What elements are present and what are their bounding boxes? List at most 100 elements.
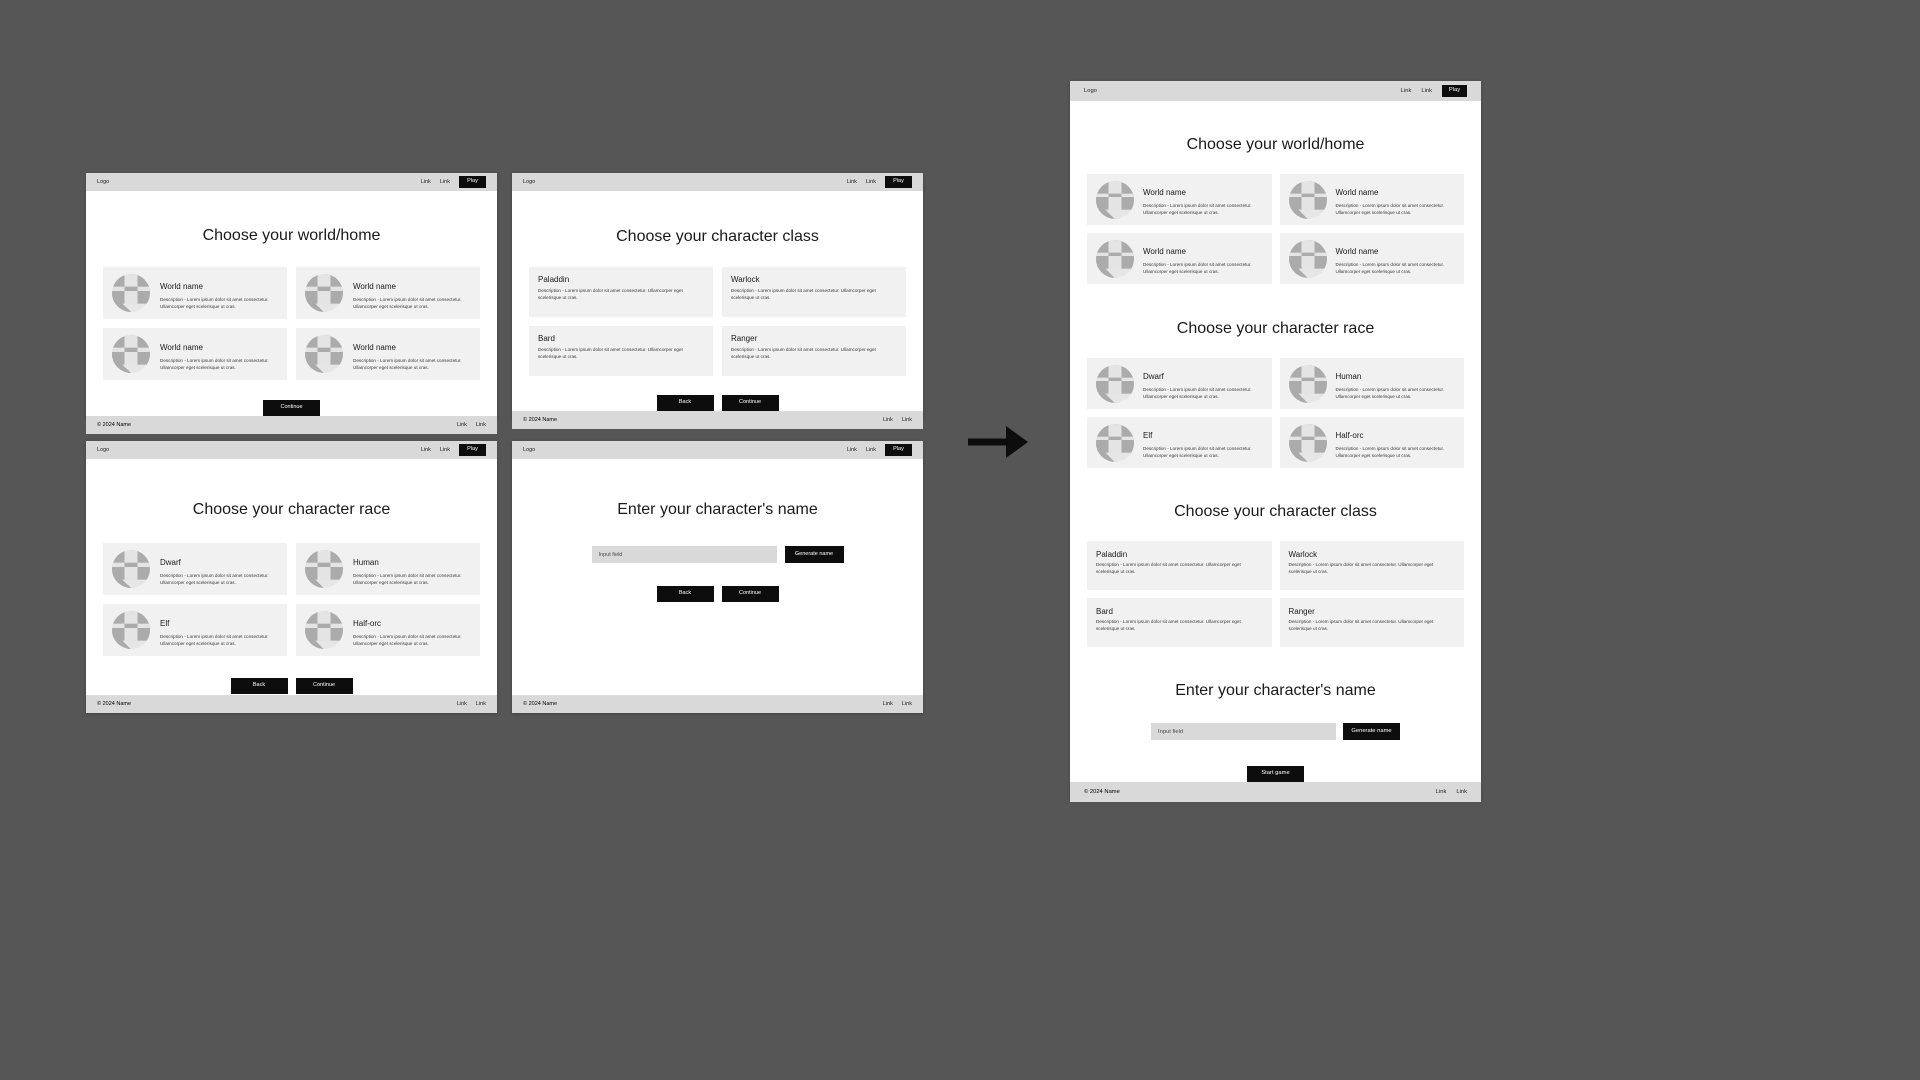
footer-nav: Link Link (883, 417, 912, 423)
nav-link-2[interactable]: Link (1421, 88, 1432, 94)
card-class-warlock[interactable]: Warlock Description - Lorem ipsum dolor … (722, 267, 906, 317)
back-button[interactable]: Back (656, 586, 714, 602)
card-world-4[interactable]: World name Description - Lorem ipsum dol… (1279, 233, 1464, 284)
generate-name-button[interactable]: Generate name (1343, 723, 1400, 740)
card-text: Human Description - Lorem ipsum dolor si… (353, 552, 471, 587)
card-class-paladdin[interactable]: Paladdin Description - Lorem ipsum dolor… (529, 267, 713, 317)
nav-link-2[interactable]: Link (440, 179, 450, 185)
card-title: Warlock (1288, 550, 1318, 559)
section-title-class: Choose your character class (1174, 503, 1377, 520)
card-race-half-orc[interactable]: Half-orc Description - Lorem ipsum dolor… (1279, 417, 1464, 468)
nav-link-1[interactable]: Link (847, 179, 857, 185)
card-class-ranger[interactable]: Ranger Description - Lorem ipsum dolor s… (1279, 598, 1464, 647)
continue-button[interactable]: Continue (721, 586, 779, 602)
footer-link-2[interactable]: Link (476, 701, 486, 707)
logo[interactable]: Logo (523, 447, 535, 453)
logo[interactable]: Logo (1084, 88, 1097, 94)
section-title-name: Enter your character's name (1175, 682, 1376, 699)
footer-link-1[interactable]: Link (883, 701, 893, 707)
card-race-elf[interactable]: Elf Description - Lorem ipsum dolor sit … (103, 604, 287, 656)
card-class-bard[interactable]: Bard Description - Lorem ipsum dolor sit… (1087, 598, 1272, 647)
continue-button[interactable]: Continue (721, 395, 779, 411)
card-class-paladdin[interactable]: Paladdin Description - Lorem ipsum dolor… (1087, 541, 1272, 590)
footer-link-2[interactable]: Link (902, 701, 912, 707)
footer-link-2[interactable]: Link (476, 422, 486, 428)
back-button[interactable]: Back (656, 395, 714, 411)
card-title: World name (1143, 247, 1186, 257)
footer-link-1[interactable]: Link (457, 422, 467, 428)
card-world-2[interactable]: World name Description - Lorem ipsum dol… (1279, 174, 1464, 225)
card-description: Description - Lorem ipsum dolor sit amet… (731, 347, 876, 359)
nav-link-1[interactable]: Link (1401, 88, 1412, 94)
footer-link-1[interactable]: Link (883, 417, 893, 423)
play-button[interactable]: Play (459, 444, 486, 456)
card-text: Dwarf Description - Lorem ipsum dolor si… (1143, 366, 1263, 401)
footer-link-1[interactable]: Link (457, 701, 467, 707)
card-class-warlock[interactable]: Warlock Description - Lorem ipsum dolor … (1279, 541, 1464, 590)
world-thumbnail-icon (112, 274, 150, 312)
generate-name-button[interactable]: Generate name (784, 546, 844, 563)
card-description: Description - Lorem ipsum dolor sit amet… (353, 357, 462, 370)
page-title: Choose your character class (616, 228, 819, 245)
footer-link-2[interactable]: Link (902, 417, 912, 423)
nav-link-1[interactable]: Link (421, 179, 431, 185)
card-description: Description - Lorem ipsum dolor sit amet… (1335, 203, 1445, 215)
nav-link-2[interactable]: Link (866, 447, 876, 453)
action-row: Back Continue (86, 678, 497, 694)
card-world-3[interactable]: World name Description - Lorem ipsum dol… (1087, 233, 1272, 284)
card-title: World name (353, 281, 396, 291)
card-text: Elf Description - Lorem ipsum dolor sit … (160, 613, 278, 648)
back-button[interactable]: Back (230, 678, 288, 694)
card-world-1[interactable]: World name Description - Lorem ipsum dol… (103, 267, 287, 319)
start-game-button[interactable]: Start game (1247, 766, 1304, 782)
character-name-input[interactable]: Input field (591, 546, 777, 563)
nav-link-2[interactable]: Link (866, 179, 876, 185)
card-description: Description - Lorem ipsum dolor sit amet… (1096, 562, 1241, 574)
card-description: Description - Lorem ipsum dolor sit amet… (1335, 446, 1445, 458)
card-race-half-orc[interactable]: Half-orc Description - Lorem ipsum dolor… (296, 604, 480, 656)
logo[interactable]: Logo (97, 447, 109, 453)
nav-link-1[interactable]: Link (421, 447, 431, 453)
nav-link-1[interactable]: Link (847, 447, 857, 453)
footer-copyright: © 2024 Name (97, 422, 132, 428)
card-race-elf[interactable]: Elf Description - Lorem ipsum dolor sit … (1087, 417, 1272, 468)
card-title: World name (353, 342, 396, 352)
section-title-world: Choose your world/home (1186, 136, 1365, 153)
card-description: Description - Lorem ipsum dolor sit amet… (1143, 262, 1252, 274)
footer-nav: Link Link (457, 422, 486, 428)
card-race-human[interactable]: Human Description - Lorem ipsum dolor si… (1279, 358, 1464, 409)
footer-link-1[interactable]: Link (1436, 789, 1447, 795)
card-description: Description - Lorem ipsum dolor sit amet… (1335, 262, 1445, 274)
play-button[interactable]: Play (1442, 85, 1467, 97)
card-text: World name Description - Lorem ipsum dol… (160, 276, 278, 311)
card-race-dwarf[interactable]: Dwarf Description - Lorem ipsum dolor si… (103, 543, 287, 595)
footer-nav: Link Link (1436, 789, 1467, 795)
nav-link-2[interactable]: Link (440, 447, 450, 453)
screen-body: Choose your world/home World name Descri… (1070, 101, 1481, 782)
card-race-dwarf[interactable]: Dwarf Description - Lorem ipsum dolor si… (1087, 358, 1272, 409)
character-name-input[interactable]: Input field (1151, 723, 1336, 740)
card-world-2[interactable]: World name Description - Lorem ipsum dol… (296, 267, 480, 319)
header-bar: Logo Link Link Play (512, 173, 923, 191)
play-button[interactable]: Play (885, 176, 912, 188)
footer-link-2[interactable]: Link (1456, 789, 1467, 795)
card-class-bard[interactable]: Bard Description - Lorem ipsum dolor sit… (529, 326, 713, 376)
card-world-1[interactable]: World name Description - Lorem ipsum dol… (1087, 174, 1272, 225)
card-class-ranger[interactable]: Ranger Description - Lorem ipsum dolor s… (722, 326, 906, 376)
card-title: Dwarf (1143, 372, 1164, 382)
continue-button[interactable]: Continue (295, 678, 353, 694)
race-thumbnail-icon (1096, 364, 1134, 403)
logo[interactable]: Logo (97, 179, 109, 185)
action-row: Start game (1070, 766, 1481, 782)
world-thumbnail-icon (305, 335, 343, 373)
continue-button[interactable]: Continue (263, 400, 320, 416)
logo[interactable]: Logo (523, 179, 535, 185)
card-title: Bard (1096, 607, 1113, 616)
card-text: Dwarf Description - Lorem ipsum dolor si… (160, 552, 278, 587)
play-button[interactable]: Play (885, 444, 912, 456)
card-world-3[interactable]: World name Description - Lorem ipsum dol… (103, 328, 287, 380)
play-button[interactable]: Play (459, 176, 486, 188)
card-race-human[interactable]: Human Description - Lorem ipsum dolor si… (296, 543, 480, 595)
world-thumbnail-icon (305, 274, 343, 312)
card-world-4[interactable]: World name Description - Lorem ipsum dol… (296, 328, 480, 380)
